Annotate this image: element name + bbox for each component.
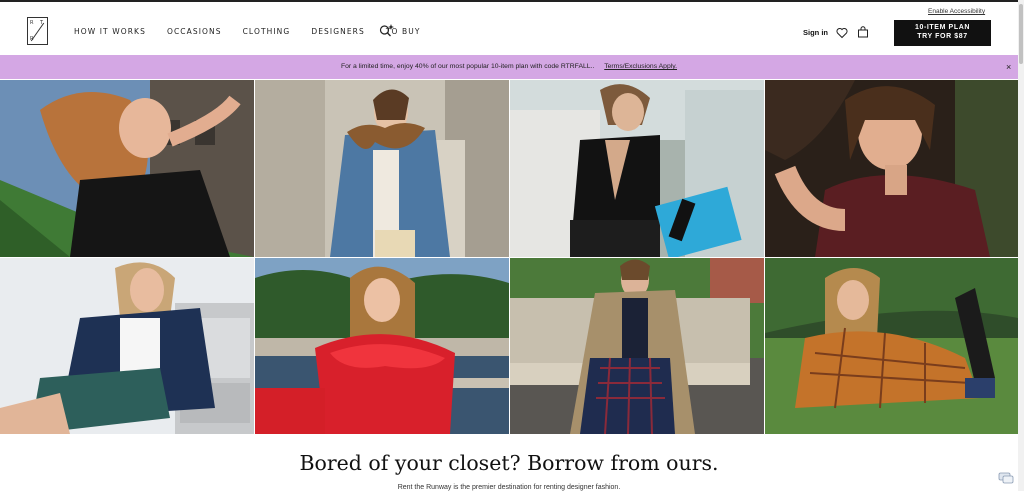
nav-clothing[interactable]: CLOTHING	[243, 27, 291, 36]
hero-photo-6[interactable]	[255, 258, 509, 434]
cta-line2: TRY FOR $87	[917, 33, 968, 40]
hero-photo-8[interactable]	[765, 258, 1018, 434]
hero-photo-3[interactable]	[510, 80, 764, 257]
hero-photo-2[interactable]	[255, 80, 509, 257]
hero-heading: Bored of your closet? Borrow from ours.	[299, 451, 719, 475]
nav-occasions[interactable]: OCCASIONS	[167, 27, 222, 36]
page-scrollbar[interactable]	[1018, 0, 1024, 491]
scrollbar-thumb[interactable]	[1019, 4, 1023, 64]
logo[interactable]: R T R	[27, 17, 48, 45]
nav-how-it-works[interactable]: HOW IT WORKS	[74, 27, 146, 36]
hero-photo-1[interactable]	[0, 80, 254, 257]
promo-text-wrap: For a limited time, enjoy 40% of our mos…	[0, 63, 1018, 70]
hero-photo-5[interactable]	[0, 258, 254, 434]
chat-icon[interactable]	[998, 471, 1014, 485]
nav-designers[interactable]: DESIGNERS	[311, 27, 365, 36]
cta-line1: 10-ITEM PLAN	[914, 24, 971, 31]
hero-subtext: Rent the Runway is the premier destinati…	[397, 484, 621, 491]
sign-in-link[interactable]: Sign in	[803, 28, 828, 37]
site-header: R T R HOW IT WORKS OCCASIONS CLOTHING DE…	[0, 0, 1018, 55]
heart-icon[interactable]	[836, 27, 848, 39]
shopping-bag-icon[interactable]	[857, 26, 869, 38]
promo-message: For a limited time, enjoy 40% of our mos…	[340, 63, 595, 70]
hero-photo-7[interactable]	[510, 258, 764, 434]
hero-photo-grid	[0, 80, 1018, 434]
promo-banner: For a limited time, enjoy 40% of our mos…	[0, 55, 1018, 79]
sparkle-search-icon[interactable]	[379, 23, 395, 37]
ten-item-plan-button[interactable]: 10-ITEM PLAN TRY FOR $87	[894, 20, 991, 46]
promo-terms-link[interactable]: Terms/Exclusions Apply.	[604, 63, 677, 70]
enable-accessibility-link[interactable]: Enable Accessibility	[928, 8, 985, 15]
hero-photo-4[interactable]	[765, 80, 1018, 257]
promo-close-button[interactable]: ×	[1006, 62, 1011, 72]
